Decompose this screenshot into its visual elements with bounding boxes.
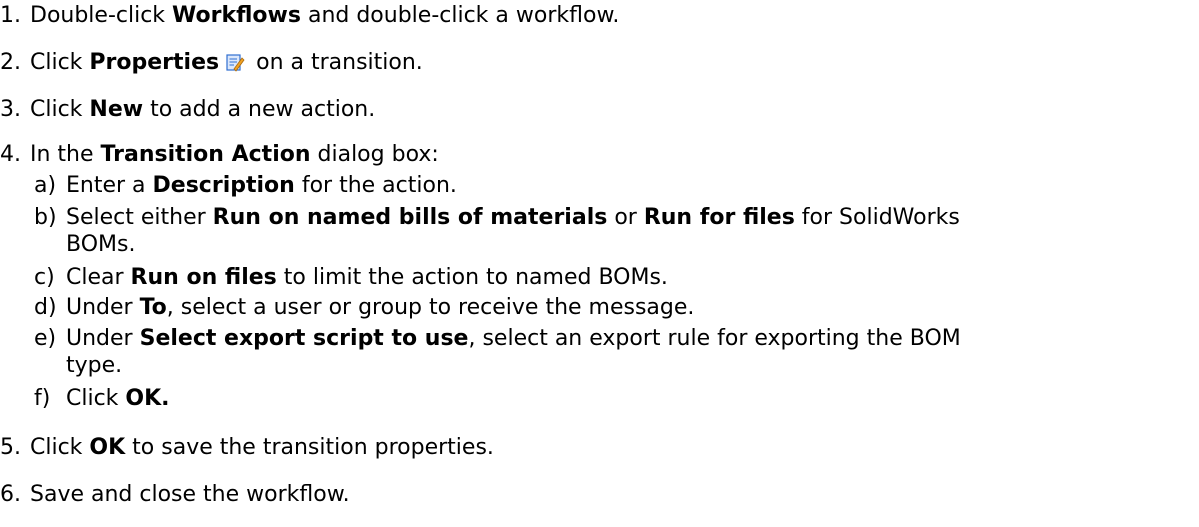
substep-text: Enter a Description for the action. — [66, 173, 457, 198]
substep-letter: e) — [34, 326, 57, 351]
instruction-steps: 1. Double-click Workflows and double-cli… — [0, 0, 1199, 527]
substep-letter: b) — [34, 205, 57, 230]
ui-term-run-on-files: Run on files — [130, 265, 277, 290]
substep-b-continued: BOMs. — [66, 232, 136, 257]
step-number: 2. — [0, 50, 21, 75]
step-text: Click New to add a new action. — [30, 97, 376, 122]
step-number: 6. — [0, 482, 21, 507]
ui-term-run-on-named-boms: Run on named bills of materials — [212, 205, 608, 230]
step-number: 1. — [0, 3, 21, 28]
step-text: In the Transition Action dialog box: — [30, 142, 439, 167]
ui-term-ok: OK — [89, 435, 126, 460]
step-number: 5. — [0, 435, 21, 460]
ui-term-description: Description — [152, 173, 295, 198]
substep-text: Under To, select a user or group to rece… — [66, 295, 695, 320]
step-text: Click OK to save the transition properti… — [30, 435, 494, 460]
ui-term-to: To — [139, 295, 167, 320]
substep-e-continued: type. — [66, 353, 123, 378]
properties-icon — [225, 52, 245, 72]
substep-letter: c) — [34, 265, 55, 290]
step-number: 4. — [0, 142, 21, 167]
ui-term-workflows: Workflows — [172, 3, 301, 28]
substep-letter: f) — [34, 386, 51, 411]
ui-term-select-export-script: Select export script to use — [139, 326, 469, 351]
substep-text: Clear Run on files to limit the action t… — [66, 265, 668, 290]
substep-letter: a) — [34, 173, 57, 198]
step-number: 3. — [0, 97, 21, 122]
substep-letter: d) — [34, 295, 57, 320]
ui-term-transition-action: Transition Action — [100, 142, 311, 167]
ui-term-properties: Properties — [89, 50, 220, 75]
substep-text: Under Select export script to use, selec… — [66, 326, 961, 351]
step-text: Click Properties on a transition. — [30, 50, 423, 75]
substep-text: Select either Run on named bills of mate… — [66, 205, 960, 230]
step-text: Save and close the workflow. — [30, 482, 350, 507]
ui-term-ok: OK. — [125, 386, 170, 411]
substep-text: Click OK. — [66, 386, 170, 411]
ui-term-new: New — [89, 97, 144, 122]
ui-term-run-for-files: Run for files — [643, 205, 795, 230]
step-text: Double-click Workflows and double-click … — [30, 3, 620, 28]
